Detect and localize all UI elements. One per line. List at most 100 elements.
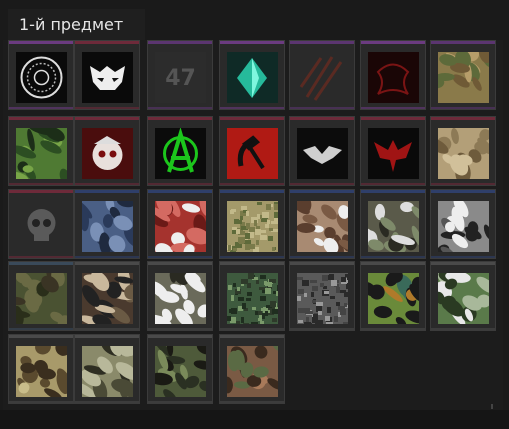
rarity-stripe bbox=[361, 190, 425, 193]
item-slot-woodland-camo[interactable] bbox=[360, 189, 426, 259]
red-eagle-icon bbox=[368, 128, 419, 179]
sage-camo-icon bbox=[82, 346, 133, 397]
rarity-underline bbox=[431, 107, 495, 109]
khaki-camo-icon bbox=[16, 346, 67, 397]
winged-emblem-icon bbox=[297, 128, 348, 179]
rarity-stripe bbox=[361, 117, 425, 120]
rarity-underline bbox=[75, 256, 139, 258]
rarity-underline bbox=[75, 183, 139, 185]
rarity-stripe bbox=[220, 335, 284, 338]
dark-woodland-icon bbox=[82, 273, 133, 324]
desert-camo-icon bbox=[438, 52, 489, 103]
svg-text:47: 47 bbox=[165, 66, 196, 91]
rarity-stripe bbox=[148, 335, 212, 338]
item-slot-red-eagle[interactable] bbox=[360, 116, 426, 186]
olive-camo-icon bbox=[16, 273, 67, 324]
rarity-underline bbox=[148, 183, 212, 185]
item-slot-green-pixel[interactable] bbox=[219, 261, 285, 331]
tan-camo-icon bbox=[438, 128, 489, 179]
item-slot-leopard-camo[interactable] bbox=[360, 261, 426, 331]
item-slot-red-camo[interactable] bbox=[147, 189, 213, 259]
rarity-underline bbox=[9, 107, 73, 109]
round-emblem-icon bbox=[16, 52, 67, 103]
green-camo-icon bbox=[16, 128, 67, 179]
item-slot-blue-camo[interactable] bbox=[74, 189, 140, 259]
rarity-stripe bbox=[9, 41, 73, 44]
item-slot-skull-cap[interactable] bbox=[74, 116, 140, 186]
rarity-stripe bbox=[361, 41, 425, 44]
leopard-camo-icon bbox=[368, 273, 419, 324]
item-slot-number-47[interactable]: 47 bbox=[147, 40, 213, 110]
item-slot-urban-pixel[interactable] bbox=[289, 261, 355, 331]
item-slot-tan-camo[interactable] bbox=[430, 116, 496, 186]
woodland-camo-icon bbox=[368, 201, 419, 252]
rarity-underline bbox=[9, 183, 73, 185]
rarity-underline bbox=[148, 328, 212, 330]
item-slot-khaki-camo[interactable] bbox=[8, 334, 74, 404]
item-slot-sage-camo[interactable] bbox=[74, 334, 140, 404]
item-slot-rust-camo[interactable] bbox=[219, 334, 285, 404]
rarity-underline bbox=[75, 107, 139, 109]
rarity-stripe bbox=[148, 190, 212, 193]
moss-camo-icon bbox=[155, 346, 206, 397]
item-slot-round-emblem[interactable] bbox=[8, 40, 74, 110]
rarity-underline bbox=[75, 401, 139, 403]
rarity-stripe bbox=[431, 41, 495, 44]
item-slot-hammer-sickle[interactable] bbox=[219, 116, 285, 186]
rarity-underline bbox=[431, 328, 495, 330]
pixel-desert-icon bbox=[227, 201, 278, 252]
item-slot-moss-camo[interactable] bbox=[147, 334, 213, 404]
rarity-underline bbox=[75, 328, 139, 330]
rarity-stripe bbox=[75, 190, 139, 193]
item-slot-anarchy[interactable] bbox=[147, 116, 213, 186]
green-pixel-icon bbox=[227, 273, 278, 324]
rarity-stripe bbox=[361, 262, 425, 265]
item-slot-skull-patch[interactable] bbox=[8, 189, 74, 259]
rarity-stripe bbox=[431, 262, 495, 265]
item-slot-snow-woodland[interactable] bbox=[147, 261, 213, 331]
page-title: 1-й предмет bbox=[8, 9, 145, 41]
rarity-underline bbox=[220, 401, 284, 403]
hammer-sickle-icon bbox=[227, 128, 278, 179]
scroll-indicator[interactable] bbox=[491, 404, 493, 409]
rarity-underline bbox=[9, 401, 73, 403]
urban-pixel-icon bbox=[297, 273, 348, 324]
rarity-underline bbox=[220, 107, 284, 109]
item-slot-brown-camo[interactable] bbox=[289, 189, 355, 259]
rarity-stripe bbox=[75, 117, 139, 120]
item-slot-olive-camo[interactable] bbox=[8, 261, 74, 331]
rarity-stripe bbox=[9, 335, 73, 338]
rarity-underline bbox=[9, 256, 73, 258]
rarity-stripe bbox=[290, 190, 354, 193]
rarity-underline bbox=[361, 328, 425, 330]
item-slot-red-dragon[interactable] bbox=[360, 40, 426, 110]
rarity-stripe bbox=[148, 117, 212, 120]
rarity-stripe bbox=[220, 117, 284, 120]
item-slot-dark-woodland[interactable] bbox=[74, 261, 140, 331]
rarity-stripe bbox=[75, 335, 139, 338]
teal-crystal-icon bbox=[227, 52, 278, 103]
rarity-underline bbox=[148, 107, 212, 109]
item-slot-dark-scratch[interactable] bbox=[289, 40, 355, 110]
item-slot-gray-camo[interactable] bbox=[430, 189, 496, 259]
rarity-underline bbox=[148, 256, 212, 258]
item-slot-pixel-desert[interactable] bbox=[219, 189, 285, 259]
rarity-stripe bbox=[220, 41, 284, 44]
item-slot-green-camo[interactable] bbox=[8, 116, 74, 186]
rust-camo-icon bbox=[227, 346, 278, 397]
red-camo-icon bbox=[155, 201, 206, 252]
item-slot-desert-camo[interactable] bbox=[430, 40, 496, 110]
rarity-stripe bbox=[431, 117, 495, 120]
skull-patch-icon bbox=[16, 201, 67, 252]
item-slot-winged-emblem[interactable] bbox=[289, 116, 355, 186]
red-dragon-icon bbox=[368, 52, 419, 103]
item-slot-teal-crystal[interactable] bbox=[219, 40, 285, 110]
rarity-stripe bbox=[290, 117, 354, 120]
bottom-bar bbox=[0, 410, 509, 429]
item-slot-forest-camo[interactable] bbox=[430, 261, 496, 331]
item-slot-demon-mask[interactable] bbox=[74, 40, 140, 110]
snow-woodland-icon bbox=[155, 273, 206, 324]
rarity-stripe bbox=[220, 190, 284, 193]
blue-camo-icon bbox=[82, 201, 133, 252]
rarity-stripe bbox=[9, 262, 73, 265]
